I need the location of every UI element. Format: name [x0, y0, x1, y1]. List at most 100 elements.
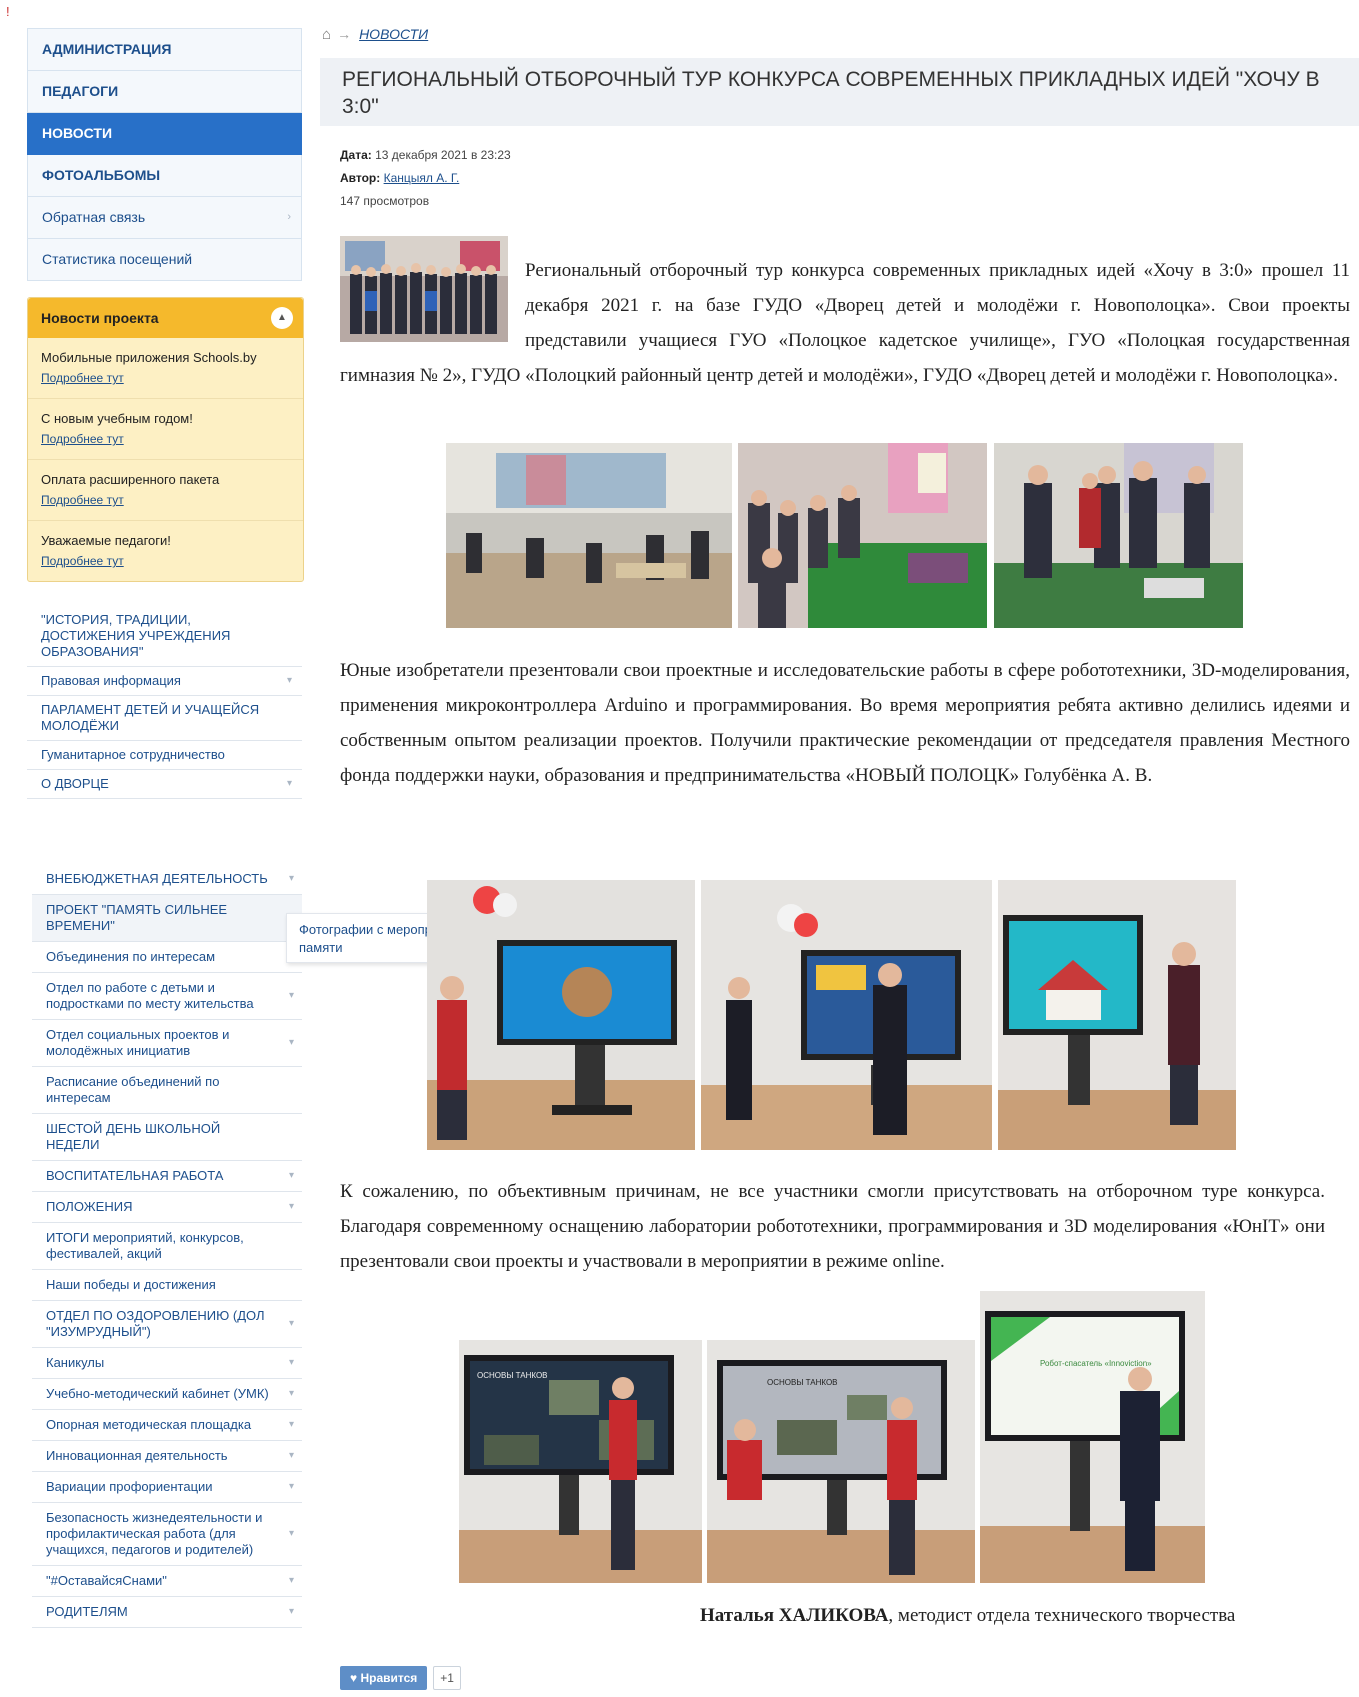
sidebar-item-label: ВНЕБЮДЖЕТНАЯ ДЕЯТЕЛЬНОСТЬ	[46, 871, 268, 886]
sidebar-item-label: Наши победы и достижения	[46, 1277, 216, 1292]
sidebar-item-label: ПРОЕКТ "ПАМЯТЬ СИЛЬНЕЕ ВРЕМЕНИ"	[46, 902, 228, 933]
sidebar-item-label: Учебно-методический кабинет (УМК)	[46, 1386, 269, 1401]
sidebar-mid-item-1[interactable]: Правовая информация ▾	[27, 667, 302, 696]
project-news-item-text: Мобильные приложения Schools.by	[41, 350, 257, 365]
sidebar-bottom-item-17[interactable]: Безопасность жизнедеятельности и профила…	[32, 1503, 302, 1566]
sidebar-item-label: ФОТОАЛЬБОМЫ	[42, 167, 161, 183]
sidebar-item-label: ПЕДАГОГИ	[42, 83, 119, 99]
sidebar-bottom-item-6[interactable]: ШЕСТОЙ ДЕНЬ ШКОЛЬНОЙ НЕДЕЛИ	[32, 1114, 302, 1161]
slide-text-2: ОСНОВЫ ТАНКОВ	[767, 1378, 838, 1387]
photo-presentation-3[interactable]	[998, 880, 1236, 1150]
sidebar-bottom-item-9[interactable]: ИТОГИ мероприятий, конкурсов, фестивалей…	[32, 1223, 302, 1270]
sidebar-mid-item-3[interactable]: Гуманитарное сотрудничество	[27, 741, 302, 770]
home-icon[interactable]: ⌂	[322, 26, 331, 43]
sidebar-item-3[interactable]: ФОТОАЛЬБОМЫ	[27, 155, 302, 197]
sidebar-mid-item-0[interactable]: "ИСТОРИЯ, ТРАДИЦИИ, ДОСТИЖЕНИЯ УЧРЕЖДЕНИ…	[27, 606, 302, 667]
project-news-more-link[interactable]: Подробнее тут	[41, 368, 290, 388]
arrow-right-icon: →	[337, 26, 352, 42]
page-title: РЕГИОНАЛЬНЫЙ ОТБОРОЧНЫЙ ТУР КОНКУРСА СОВ…	[320, 58, 1359, 126]
project-news-more-link[interactable]: Подробнее тут	[41, 490, 290, 510]
project-news-item: Оплата расширенного пакета Подробнее тут	[28, 460, 303, 521]
photo-classroom[interactable]	[446, 443, 732, 628]
photo-presentation-1[interactable]	[427, 880, 695, 1150]
photo-presentation-2[interactable]	[701, 880, 992, 1150]
like-count: +1	[433, 1666, 461, 1690]
sidebar-item-label: ШЕСТОЙ ДЕНЬ ШКОЛЬНОЙ НЕДЕЛИ	[46, 1121, 221, 1152]
breadcrumb: ⌂ → НОВОСТИ	[322, 26, 428, 43]
sidebar-item-label: ИТОГИ мероприятий, конкурсов, фестивалей…	[46, 1230, 244, 1261]
group-photo[interactable]	[340, 236, 508, 342]
sidebar-mid-menu: "ИСТОРИЯ, ТРАДИЦИИ, ДОСТИЖЕНИЯ УЧРЕЖДЕНИ…	[27, 606, 302, 799]
sidebar-item-label: ПАРЛАМЕНТ ДЕТЕЙ И УЧАЩЕЙСЯ МОЛОДЁЖИ	[41, 702, 260, 733]
chevron-down-icon: ▾	[288, 873, 294, 884]
sidebar-mid-item-2[interactable]: ПАРЛАМЕНТ ДЕТЕЙ И УЧАЩЕЙСЯ МОЛОДЁЖИ	[27, 696, 302, 741]
sidebar-item-2[interactable]: НОВОСТИ	[27, 113, 302, 155]
project-news-item-text: С новым учебным годом!	[41, 411, 193, 426]
chevron-down-icon: ▾	[288, 1318, 294, 1329]
sidebar-item-label: "#ОставайсяСнами"	[46, 1573, 167, 1588]
project-news-item-text: Оплата расширенного пакета	[41, 472, 220, 487]
sidebar-bottom-item-7[interactable]: ВОСПИТАТЕЛЬНАЯ РАБОТА ▾	[32, 1161, 302, 1192]
sidebar-bottom-item-0[interactable]: ВНЕБЮДЖЕТНАЯ ДЕЯТЕЛЬНОСТЬ ▾	[32, 864, 302, 895]
chevron-down-icon: ▾	[288, 1419, 294, 1430]
sidebar-item-label: Отдел по работе с детьми и подростками п…	[46, 980, 254, 1011]
sidebar-item-1[interactable]: ПЕДАГОГИ	[27, 71, 302, 113]
article-meta: Дата: 13 декабря 2021 в 23:23 Автор: Кан…	[340, 144, 511, 213]
article-date: 13 декабря 2021 в 23:23	[375, 148, 511, 162]
slide-text-3: Робот-спасатель «Innoviction»	[1040, 1359, 1152, 1368]
sidebar-top-menu: АДМИНИСТРАЦИЯ ПЕДАГОГИ НОВОСТИ ФОТОАЛЬБОМЫ О…	[27, 28, 302, 281]
chevron-down-icon: ▾	[288, 1388, 294, 1399]
sidebar-item-label: НОВОСТИ	[42, 125, 113, 141]
sidebar-item-label: Инновационная деятельность	[46, 1448, 228, 1463]
author-link[interactable]: Канцыял А. Г.	[384, 171, 460, 185]
sidebar-bottom-item-1[interactable]: ПРОЕКТ "ПАМЯТЬ СИЛЬНЕЕ ВРЕМЕНИ"	[32, 895, 302, 942]
chevron-down-icon: ▾	[288, 1481, 294, 1492]
sidebar-mid-item-4[interactable]: О ДВОРЦЕ ▾	[27, 770, 302, 799]
project-news-item: С новым учебным годом! Подробнее тут	[28, 399, 303, 460]
sidebar-bottom-item-14[interactable]: Опорная методическая площадка ▾	[32, 1410, 302, 1441]
chevron-down-icon: ▾	[288, 1528, 294, 1539]
sidebar-bottom-item-4[interactable]: Отдел социальных проектов и молодёжных и…	[32, 1020, 302, 1067]
photo-online-3[interactable]: Робот-спасатель «Innoviction»	[980, 1291, 1205, 1583]
sidebar-bottom-item-16[interactable]: Вариации профориентации ▾	[32, 1472, 302, 1503]
chevron-down-icon: ▾	[288, 1606, 294, 1617]
sidebar-item-label: Расписание объединений по интересам	[46, 1074, 220, 1105]
sidebar-item-5[interactable]: Статистика посещений	[27, 239, 302, 281]
signature-name: Наталья ХАЛИКОВА	[700, 1605, 889, 1626]
sidebar-bottom-item-2[interactable]: Объединения по интересам▾	[32, 942, 302, 973]
like-button[interactable]: ♥ Нравится	[340, 1666, 428, 1690]
sidebar-bottom-item-3[interactable]: Отдел по работе с детьми и подростками п…	[32, 973, 302, 1020]
project-news-panel: Новости проекта ▲ Мобильные приложения S…	[27, 297, 304, 582]
sidebar-item-label: Правовая информация	[41, 673, 181, 688]
sidebar-bottom-item-19[interactable]: РОДИТЕЛЯМ ▾	[32, 1597, 302, 1628]
project-news-more-link[interactable]: Подробнее тут	[41, 429, 290, 449]
sidebar-bottom-menu: ВНЕБЮДЖЕТНАЯ ДЕЯТЕЛЬНОСТЬ ▾ ПРОЕКТ "ПАМЯТЬ…	[32, 864, 302, 1628]
heart-icon: ♥	[350, 1671, 358, 1685]
sidebar-item-4[interactable]: Обратная связь ›	[27, 197, 302, 239]
sidebar-bottom-item-5[interactable]: Расписание объединений по интересам	[32, 1067, 302, 1114]
sidebar-item-0[interactable]: АДМИНИСТРАЦИЯ	[27, 28, 302, 71]
sidebar-bottom-item-10[interactable]: Наши победы и достижения	[32, 1270, 302, 1301]
sidebar-bottom-item-15[interactable]: Инновационная деятельность ▾	[32, 1441, 302, 1472]
project-news-item: Мобильные приложения Schools.by Подробнее…	[28, 338, 303, 399]
sidebar-bottom-item-8[interactable]: ПОЛОЖЕНИЯ ▾	[32, 1192, 302, 1223]
sidebar-bottom-item-12[interactable]: Каникулы ▾	[32, 1348, 302, 1379]
photo-students-robots[interactable]	[994, 443, 1243, 628]
photo-robotics-table[interactable]	[738, 443, 987, 628]
photo-online-2[interactable]: ОСНОВЫ ТАНКОВ	[707, 1340, 975, 1583]
article-signature: Наталья ХАЛИКОВА, методист отдела технич…	[700, 1605, 1235, 1627]
sidebar-bottom-item-13[interactable]: Учебно-методический кабинет (УМК) ▾	[32, 1379, 302, 1410]
date-label: Дата:	[340, 148, 372, 162]
project-news-header[interactable]: Новости проекта ▲	[28, 298, 303, 338]
like-label: Нравится	[360, 1671, 418, 1685]
project-news-title: Новости проекта	[41, 310, 159, 326]
sidebar-bottom-item-11[interactable]: ОТДЕЛ ПО ОЗДОРОВЛЕНИЮ (ДОЛ "ИЗУМРУДНЫЙ")…	[32, 1301, 302, 1348]
sidebar-item-label: Безопасность жизнедеятельности и профила…	[46, 1510, 263, 1557]
breadcrumb-news-link[interactable]: НОВОСТИ	[359, 26, 428, 42]
collapse-icon[interactable]: ▲	[271, 307, 293, 329]
photo-online-1[interactable]: ОСНОВЫ ТАНКОВ	[459, 1340, 702, 1583]
sidebar-bottom-item-18[interactable]: "#ОставайсяСнами" ▾	[32, 1566, 302, 1597]
marker: !	[6, 4, 10, 19]
project-news-more-link[interactable]: Подробнее тут	[41, 551, 290, 571]
sidebar-item-label: Статистика посещений	[42, 251, 193, 267]
